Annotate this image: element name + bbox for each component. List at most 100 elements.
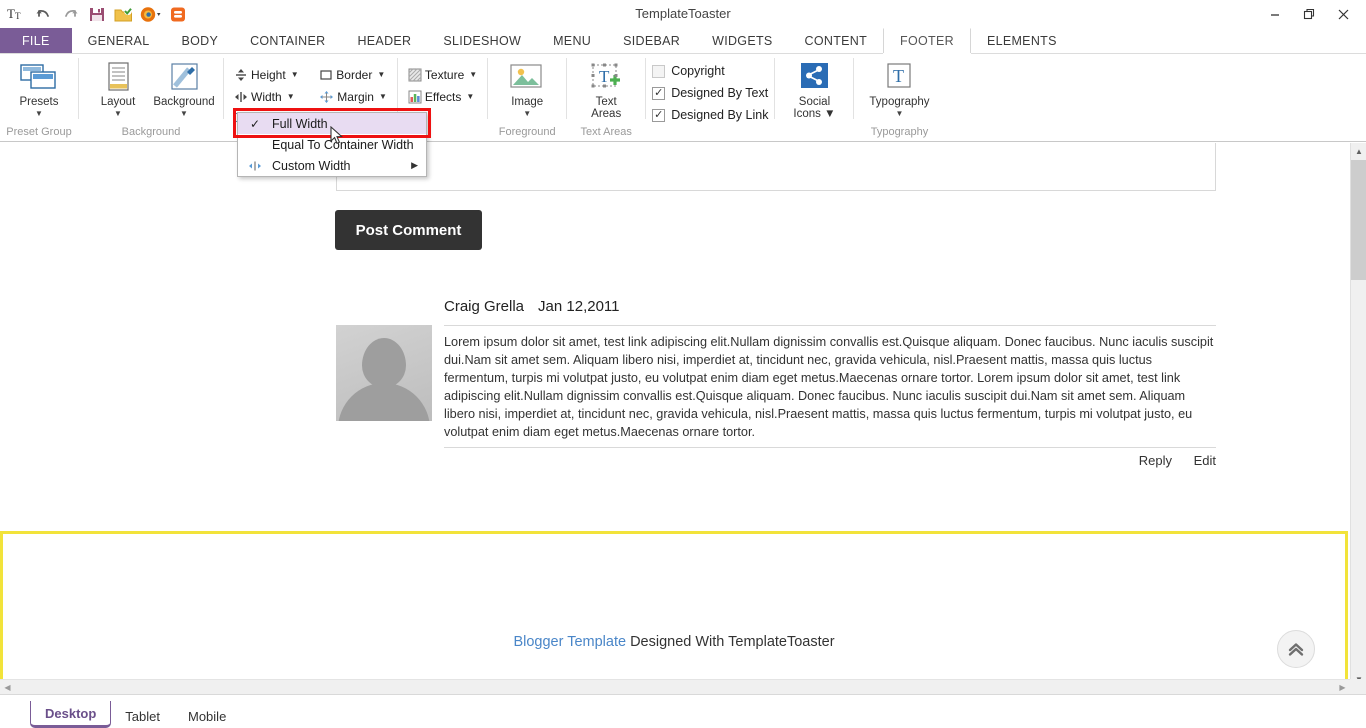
tab-sidebar[interactable]: SIDEBAR (607, 28, 696, 53)
vertical-scrollbar[interactable]: ▲ ▼ (1350, 143, 1366, 688)
margin-label: Margin (337, 90, 374, 104)
designed-by-link-label: Designed By Link (671, 108, 768, 122)
menu-item-full-width-label: Full Width (266, 117, 328, 131)
border-button[interactable]: Border ▼ (315, 65, 391, 84)
typography-label: Typography (869, 96, 929, 108)
custom-width-icon (244, 160, 266, 172)
background-button[interactable]: Background ▼ (151, 56, 217, 118)
copyright-checkbox[interactable] (652, 65, 665, 78)
tab-content[interactable]: CONTENT (789, 28, 884, 53)
scroll-up-icon[interactable]: ▲ (1351, 143, 1366, 160)
designed-by-text-checkbox-row[interactable]: ✓ Designed By Text (652, 82, 768, 104)
tab-container[interactable]: CONTAINER (234, 28, 341, 53)
restore-button[interactable] (1292, 2, 1326, 26)
scroll-right-icon[interactable]: ▶ (1335, 680, 1350, 695)
ribbon-group-background: Layout ▼ Background ▼ Background (79, 54, 223, 141)
designed-by-link-checkbox-row[interactable]: ✓ Designed By Link (652, 104, 768, 126)
presets-caret-icon[interactable]: ▼ (35, 109, 43, 118)
comment-date: Jan 12,2011 (538, 298, 619, 315)
effects-button[interactable]: Effects ▼ (404, 87, 481, 106)
tab-footer[interactable]: FOOTER (883, 28, 971, 53)
text-areas-button[interactable]: T Text Areas (573, 56, 639, 120)
ribbon: Presets ▼ Preset Group (0, 54, 1366, 142)
layout-button[interactable]: Layout ▼ (85, 56, 151, 118)
device-tab-mobile[interactable]: Mobile (174, 704, 240, 728)
designed-by-link-checkbox[interactable]: ✓ (652, 109, 665, 122)
text-areas-label-line2: Areas (591, 108, 621, 120)
window-title: TemplateToaster (0, 6, 1366, 21)
tab-file[interactable]: FILE (0, 28, 72, 53)
svg-text:T: T (893, 66, 904, 86)
image-caret-icon[interactable]: ▼ (523, 109, 531, 118)
designed-by-text-checkbox[interactable]: ✓ (652, 87, 665, 100)
footer-selected-region[interactable]: Blogger Template Designed With TemplateT… (0, 531, 1348, 684)
design-canvas[interactable]: Post Comment Craig GrellaJan 12,2011 Lor… (0, 143, 1350, 688)
text-areas-icon: T (589, 60, 623, 94)
height-button[interactable]: Height ▼ (230, 65, 311, 84)
social-icons-label-line1: Social (799, 96, 830, 108)
typography-group-label: Typography (871, 126, 928, 141)
tab-body[interactable]: BODY (165, 28, 234, 53)
background-group-label: Background (122, 126, 181, 141)
mouse-cursor-icon (330, 126, 343, 145)
close-button[interactable] (1326, 2, 1360, 26)
submenu-arrow-icon: ▶ (411, 160, 418, 171)
image-button[interactable]: Image ▼ (494, 56, 560, 118)
comment-header: Craig GrellaJan 12,2011 (336, 298, 1216, 315)
typography-caret-icon[interactable]: ▼ (896, 109, 904, 118)
preset-group-label: Preset Group (6, 126, 71, 141)
typography-button[interactable]: T Typography ▼ (860, 56, 938, 118)
scroll-left-icon[interactable]: ◀ (0, 680, 15, 695)
reply-link[interactable]: Reply (1139, 453, 1172, 468)
image-icon (508, 60, 546, 94)
tab-header[interactable]: HEADER (341, 28, 427, 53)
ribbon-group-foreground: Image ▼ Foreground (488, 54, 566, 141)
window-controls (1258, 2, 1360, 26)
presets-button[interactable]: Presets ▼ (6, 56, 72, 118)
edit-link[interactable]: Edit (1194, 453, 1216, 468)
device-tab-desktop[interactable]: Desktop (30, 701, 111, 728)
copyright-checkbox-row[interactable]: Copyright (652, 60, 725, 82)
layout-caret-icon[interactable]: ▼ (114, 109, 122, 118)
designed-with-text: Designed With TemplateToaster (626, 634, 834, 650)
border-label: Border (336, 68, 372, 82)
social-icons-button[interactable]: Social Icons ▼ (781, 56, 847, 120)
avatar-shoulders (338, 383, 430, 421)
avatar (336, 325, 432, 421)
svg-text:T: T (599, 67, 610, 86)
ribbon-group-preset: Presets ▼ Preset Group (0, 54, 78, 141)
margin-caret-icon[interactable]: ▼ (379, 92, 387, 101)
effects-caret-icon[interactable]: ▼ (466, 92, 474, 101)
menu-item-custom-width-label: Custom Width (266, 159, 351, 173)
tab-elements[interactable]: ELEMENTS (971, 28, 1073, 53)
blogger-template-link[interactable]: Blogger Template (513, 634, 626, 650)
ribbon-group-typography: T Typography ▼ Typography (854, 54, 944, 141)
tab-slideshow[interactable]: SLIDESHOW (427, 28, 537, 53)
margin-button[interactable]: Margin ▼ (315, 87, 391, 106)
scroll-to-top-button[interactable] (1277, 630, 1315, 668)
texture-button[interactable]: Texture ▼ (404, 65, 481, 84)
width-button[interactable]: Width ▼ (230, 87, 311, 106)
menu-item-custom-width[interactable]: Custom Width ▶ (238, 155, 426, 176)
ribbon-group-social: Social Icons ▼ (775, 54, 853, 141)
tab-menu[interactable]: MENU (537, 28, 607, 53)
avatar-head (362, 338, 406, 388)
post-comment-button[interactable]: Post Comment (335, 210, 482, 250)
tab-widgets[interactable]: WIDGETS (696, 28, 788, 53)
social-icons-caret-icon[interactable]: ▼ (821, 108, 836, 120)
comment-block: Craig GrellaJan 12,2011 Lorem ipsum dolo… (336, 298, 1216, 468)
width-caret-icon[interactable]: ▼ (287, 92, 295, 101)
vertical-scroll-thumb[interactable] (1351, 160, 1366, 280)
minimize-button[interactable] (1258, 2, 1292, 26)
device-tab-tablet[interactable]: Tablet (111, 704, 174, 728)
title-bar: TT TemplateToaster (0, 0, 1366, 28)
texture-caret-icon[interactable]: ▼ (469, 70, 477, 79)
comment-body: Lorem ipsum dolor sit amet, test link ad… (336, 325, 1216, 441)
width-label: Width (251, 90, 282, 104)
social-icons-label-line2: Icons (793, 108, 821, 120)
background-caret-icon[interactable]: ▼ (180, 109, 188, 118)
horizontal-scrollbar[interactable]: ◀ ▶ (0, 679, 1350, 694)
height-caret-icon[interactable]: ▼ (291, 70, 299, 79)
border-caret-icon[interactable]: ▼ (377, 70, 385, 79)
tab-general[interactable]: GENERAL (72, 28, 166, 53)
